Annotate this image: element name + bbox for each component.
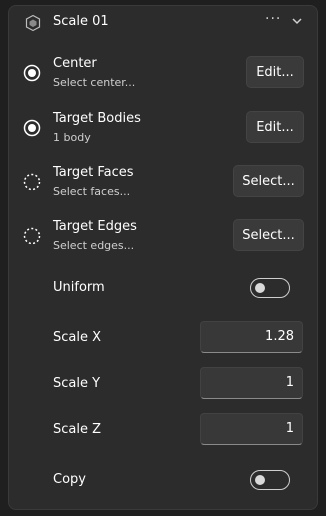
target-faces-label: Target Faces (53, 165, 134, 180)
uniform-label: Uniform (53, 280, 105, 295)
target-edges-label: Target Edges (53, 219, 137, 234)
scale-tool-icon (25, 14, 41, 32)
target-bodies-row: Target Bodies 1 body Edit... (9, 109, 317, 149)
center-edit-button[interactable]: Edit... (246, 56, 304, 88)
toggle-knob (255, 475, 265, 485)
toggle-knob (255, 283, 265, 293)
unselected-dashed-radio-icon[interactable] (23, 227, 41, 245)
scale-panel: Scale 01 ··· Center Select center... Edi… (8, 5, 318, 510)
panel-header: Scale 01 ··· (9, 6, 317, 40)
uniform-toggle[interactable] (250, 278, 290, 298)
selected-radio-icon[interactable] (23, 119, 41, 137)
target-bodies-edit-button[interactable]: Edit... (246, 111, 304, 143)
scale-z-label: Scale Z (53, 422, 102, 437)
target-edges-row: Target Edges Select edges... Select... (9, 217, 317, 257)
target-faces-select-button[interactable]: Select... (233, 165, 304, 197)
scale-x-input[interactable]: 1.28 (200, 321, 303, 353)
collapse-chevron-icon[interactable] (290, 16, 304, 26)
center-sublabel: Select center... (53, 76, 136, 89)
copy-label: Copy (53, 472, 86, 487)
center-row: Center Select center... Edit... (9, 54, 317, 94)
scale-y-label: Scale Y (53, 376, 101, 391)
unselected-dashed-radio-icon[interactable] (23, 173, 41, 191)
more-options-icon[interactable]: ··· (265, 11, 281, 27)
target-bodies-label: Target Bodies (53, 111, 141, 126)
scale-z-input[interactable]: 1 (200, 413, 303, 445)
target-bodies-sublabel: 1 body (53, 131, 91, 144)
panel-title: Scale 01 (53, 14, 109, 29)
target-faces-row: Target Faces Select faces... Select... (9, 163, 317, 203)
selected-radio-icon[interactable] (23, 64, 41, 82)
copy-toggle[interactable] (250, 470, 290, 490)
target-edges-select-button[interactable]: Select... (233, 219, 304, 251)
scale-x-label: Scale X (53, 330, 102, 345)
center-label: Center (53, 56, 97, 71)
target-faces-sublabel: Select faces... (53, 185, 131, 198)
scale-y-input[interactable]: 1 (200, 367, 303, 399)
target-edges-sublabel: Select edges... (53, 239, 135, 252)
